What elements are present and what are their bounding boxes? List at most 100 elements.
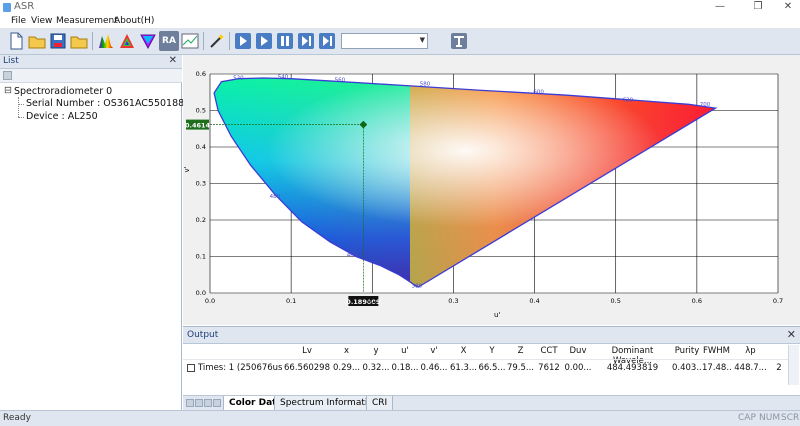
ra-icon[interactable]: RA bbox=[159, 31, 179, 51]
row-checkbox[interactable] bbox=[187, 364, 195, 372]
tab-prev-icon[interactable] bbox=[195, 399, 203, 407]
wand-icon[interactable] bbox=[207, 31, 227, 51]
status-bar: Ready CAP NUM SCRL bbox=[0, 410, 800, 426]
tree-root[interactable]: Spectroradiometer 0 bbox=[14, 86, 112, 97]
y-tick-label: 0.4 bbox=[196, 143, 206, 151]
y-tick-label: 0.1 bbox=[196, 253, 206, 261]
y-tick-label: 0.0 bbox=[196, 289, 206, 297]
measurement-combo[interactable]: ▼ bbox=[341, 33, 428, 49]
column-header[interactable]: y bbox=[361, 346, 391, 356]
close-icon[interactable]: ✕ bbox=[787, 328, 796, 341]
cie-chart-panel: 380 460 480 520 540 560 580 600 620 700 0.4614 0.18… bbox=[183, 55, 800, 325]
graph-icon[interactable] bbox=[180, 31, 200, 51]
num-indicator: NUM bbox=[759, 413, 781, 423]
y-tick-label: 0.2 bbox=[196, 216, 206, 224]
cie-diagram-icon[interactable] bbox=[138, 31, 158, 51]
play-alt-icon[interactable] bbox=[254, 31, 274, 51]
cap-indicator: CAP bbox=[738, 413, 756, 423]
list-toolbar bbox=[0, 69, 182, 83]
column-header[interactable]: x bbox=[332, 346, 361, 356]
list-panel: List ✕ ⊟ Spectroradiometer 0 Serial Numb… bbox=[0, 55, 196, 410]
menu-view[interactable]: View bbox=[31, 15, 52, 28]
y-axis-label: v' bbox=[183, 166, 191, 172]
locus-wavelength-label: 520 bbox=[233, 75, 244, 81]
play-icon[interactable] bbox=[233, 31, 253, 51]
column-header[interactable]: v' bbox=[419, 346, 449, 356]
folder-icon[interactable] bbox=[69, 31, 89, 51]
column-header[interactable]: FWHM bbox=[702, 346, 731, 356]
collapse-icon[interactable]: ⊟ bbox=[4, 85, 12, 96]
status-text: Ready bbox=[3, 413, 31, 423]
tree-device[interactable]: Device : AL250 bbox=[26, 111, 98, 122]
open-folder-icon[interactable] bbox=[27, 31, 47, 51]
locus-wavelength-label: 600 bbox=[533, 89, 544, 95]
y-tick-label: 0.3 bbox=[196, 180, 206, 188]
column-header[interactable]: Lv bbox=[282, 346, 332, 356]
new-file-icon[interactable] bbox=[6, 31, 26, 51]
locus-wavelength-label: 560 bbox=[335, 77, 346, 83]
toolbar-separator bbox=[229, 32, 230, 50]
table-cell: 66.560298 bbox=[284, 363, 330, 373]
step-forward-icon[interactable] bbox=[296, 31, 316, 51]
tab-cri[interactable]: CRI bbox=[366, 396, 394, 411]
step-end-icon[interactable] bbox=[317, 31, 337, 51]
v-value-label: 0.4614 bbox=[185, 122, 211, 130]
list-panel-header: List ✕ bbox=[0, 55, 182, 69]
list-panel-title: List bbox=[3, 56, 19, 66]
column-header[interactable]: λp bbox=[731, 346, 770, 356]
tab-last-icon[interactable] bbox=[213, 399, 221, 407]
locus-wavelength-label: 380 bbox=[412, 284, 423, 290]
y-tick-label: 0.6 bbox=[196, 70, 206, 78]
title-bar: ASR — ❐ ✕ bbox=[0, 0, 800, 15]
save-icon[interactable] bbox=[3, 71, 12, 80]
table-cell: 0.29... bbox=[332, 363, 361, 373]
x-tick-label: 0.2 bbox=[367, 297, 377, 305]
table-cell: 484.493819 bbox=[606, 363, 659, 373]
header-separator bbox=[183, 359, 788, 360]
output-scrollbar[interactable] bbox=[788, 345, 799, 385]
x-tick-label: 0.4 bbox=[529, 297, 539, 305]
restore-button[interactable]: ❐ bbox=[747, 0, 769, 15]
column-header[interactable]: Purity bbox=[672, 346, 702, 356]
spectrum-icon[interactable] bbox=[96, 31, 116, 51]
pause-icon[interactable] bbox=[275, 31, 295, 51]
toolbar-separator bbox=[203, 32, 204, 50]
color-triangle-icon[interactable] bbox=[117, 31, 137, 51]
table-cell: 0.46... bbox=[420, 363, 448, 373]
menu-measurement[interactable]: Measurement bbox=[56, 15, 118, 28]
x-tick-label: 0.3 bbox=[448, 297, 458, 305]
app-title: ASR bbox=[14, 1, 35, 12]
locus-wavelength-label: 580 bbox=[420, 82, 431, 88]
x-tick-label: 0.6 bbox=[692, 297, 702, 305]
save-icon[interactable] bbox=[48, 31, 68, 51]
table-cell: 7612 bbox=[538, 363, 560, 373]
x-tick-label: 0.5 bbox=[611, 297, 621, 305]
close-icon[interactable]: ✕ bbox=[169, 55, 177, 66]
tree-line bbox=[18, 97, 19, 117]
locus-wavelength-label: 540 bbox=[278, 74, 289, 80]
x-tick-label: 0.1 bbox=[286, 297, 296, 305]
output-table: Lv x y u' v' X Y Z CCT Duv Dominant Wavele... Purit… bbox=[183, 327, 788, 395]
table-cell: 61.3... bbox=[449, 363, 478, 373]
menu-about[interactable]: About(H) bbox=[114, 15, 154, 28]
cie-chart[interactable]: 380460480520 540 5605806006207000.46140.18… bbox=[183, 55, 800, 325]
tree-line bbox=[18, 117, 24, 118]
column-header[interactable]: X bbox=[449, 346, 478, 356]
tab-first-icon[interactable] bbox=[186, 399, 194, 407]
locus-wavelength-label: 460 bbox=[347, 253, 358, 259]
minimize-button[interactable]: — bbox=[709, 0, 731, 15]
column-header[interactable]: CCT bbox=[535, 346, 563, 356]
tree-line bbox=[18, 104, 24, 105]
column-header[interactable]: Y bbox=[478, 346, 506, 356]
menu-file[interactable]: File bbox=[11, 15, 26, 28]
app-icon bbox=[3, 3, 11, 12]
tab-next-icon[interactable] bbox=[204, 399, 212, 407]
close-button[interactable]: ✕ bbox=[777, 0, 799, 15]
tree-serial-number[interactable]: Serial Number : OS361AC55018841 bbox=[26, 98, 196, 109]
locus-wavelength-label: 480 bbox=[270, 194, 281, 200]
column-header[interactable]: Duv bbox=[563, 346, 593, 356]
device-icon[interactable] bbox=[449, 31, 469, 51]
column-header[interactable]: Z bbox=[506, 346, 535, 356]
toolbar-separator bbox=[92, 32, 93, 50]
column-header[interactable]: u' bbox=[391, 346, 419, 356]
